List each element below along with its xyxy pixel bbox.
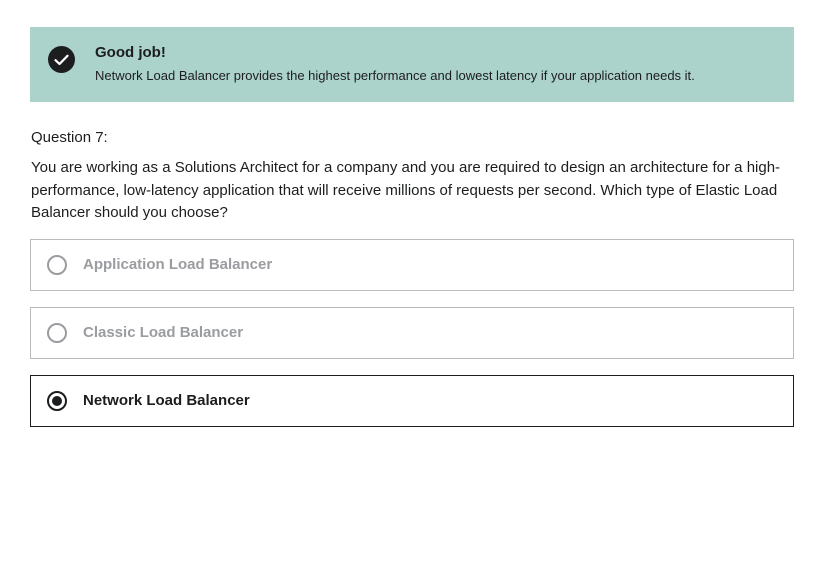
- radio-button[interactable]: [47, 255, 67, 275]
- answer-option-label: Application Load Balancer: [83, 256, 273, 273]
- answer-option-network-load-balancer[interactable]: Network Load Balancer: [30, 375, 794, 427]
- radio-button[interactable]: [47, 323, 67, 343]
- answer-option-application-load-balancer[interactable]: Application Load Balancer: [30, 239, 794, 291]
- radio-button-selected[interactable]: [47, 391, 67, 411]
- feedback-message: Network Load Balancer provides the highe…: [95, 68, 695, 83]
- feedback-title: Good job!: [95, 44, 166, 61]
- feedback-banner: Good job! Network Load Balancer provides…: [30, 27, 794, 102]
- radio-selected-dot: [52, 396, 62, 406]
- question-label: Question 7:: [31, 129, 108, 146]
- answer-option-classic-load-balancer[interactable]: Classic Load Balancer: [30, 307, 794, 359]
- answer-option-label: Network Load Balancer: [83, 392, 250, 409]
- answer-option-label: Classic Load Balancer: [83, 324, 244, 341]
- check-circle-icon: [48, 46, 75, 73]
- question-text: You are working as a Solutions Architect…: [31, 159, 781, 221]
